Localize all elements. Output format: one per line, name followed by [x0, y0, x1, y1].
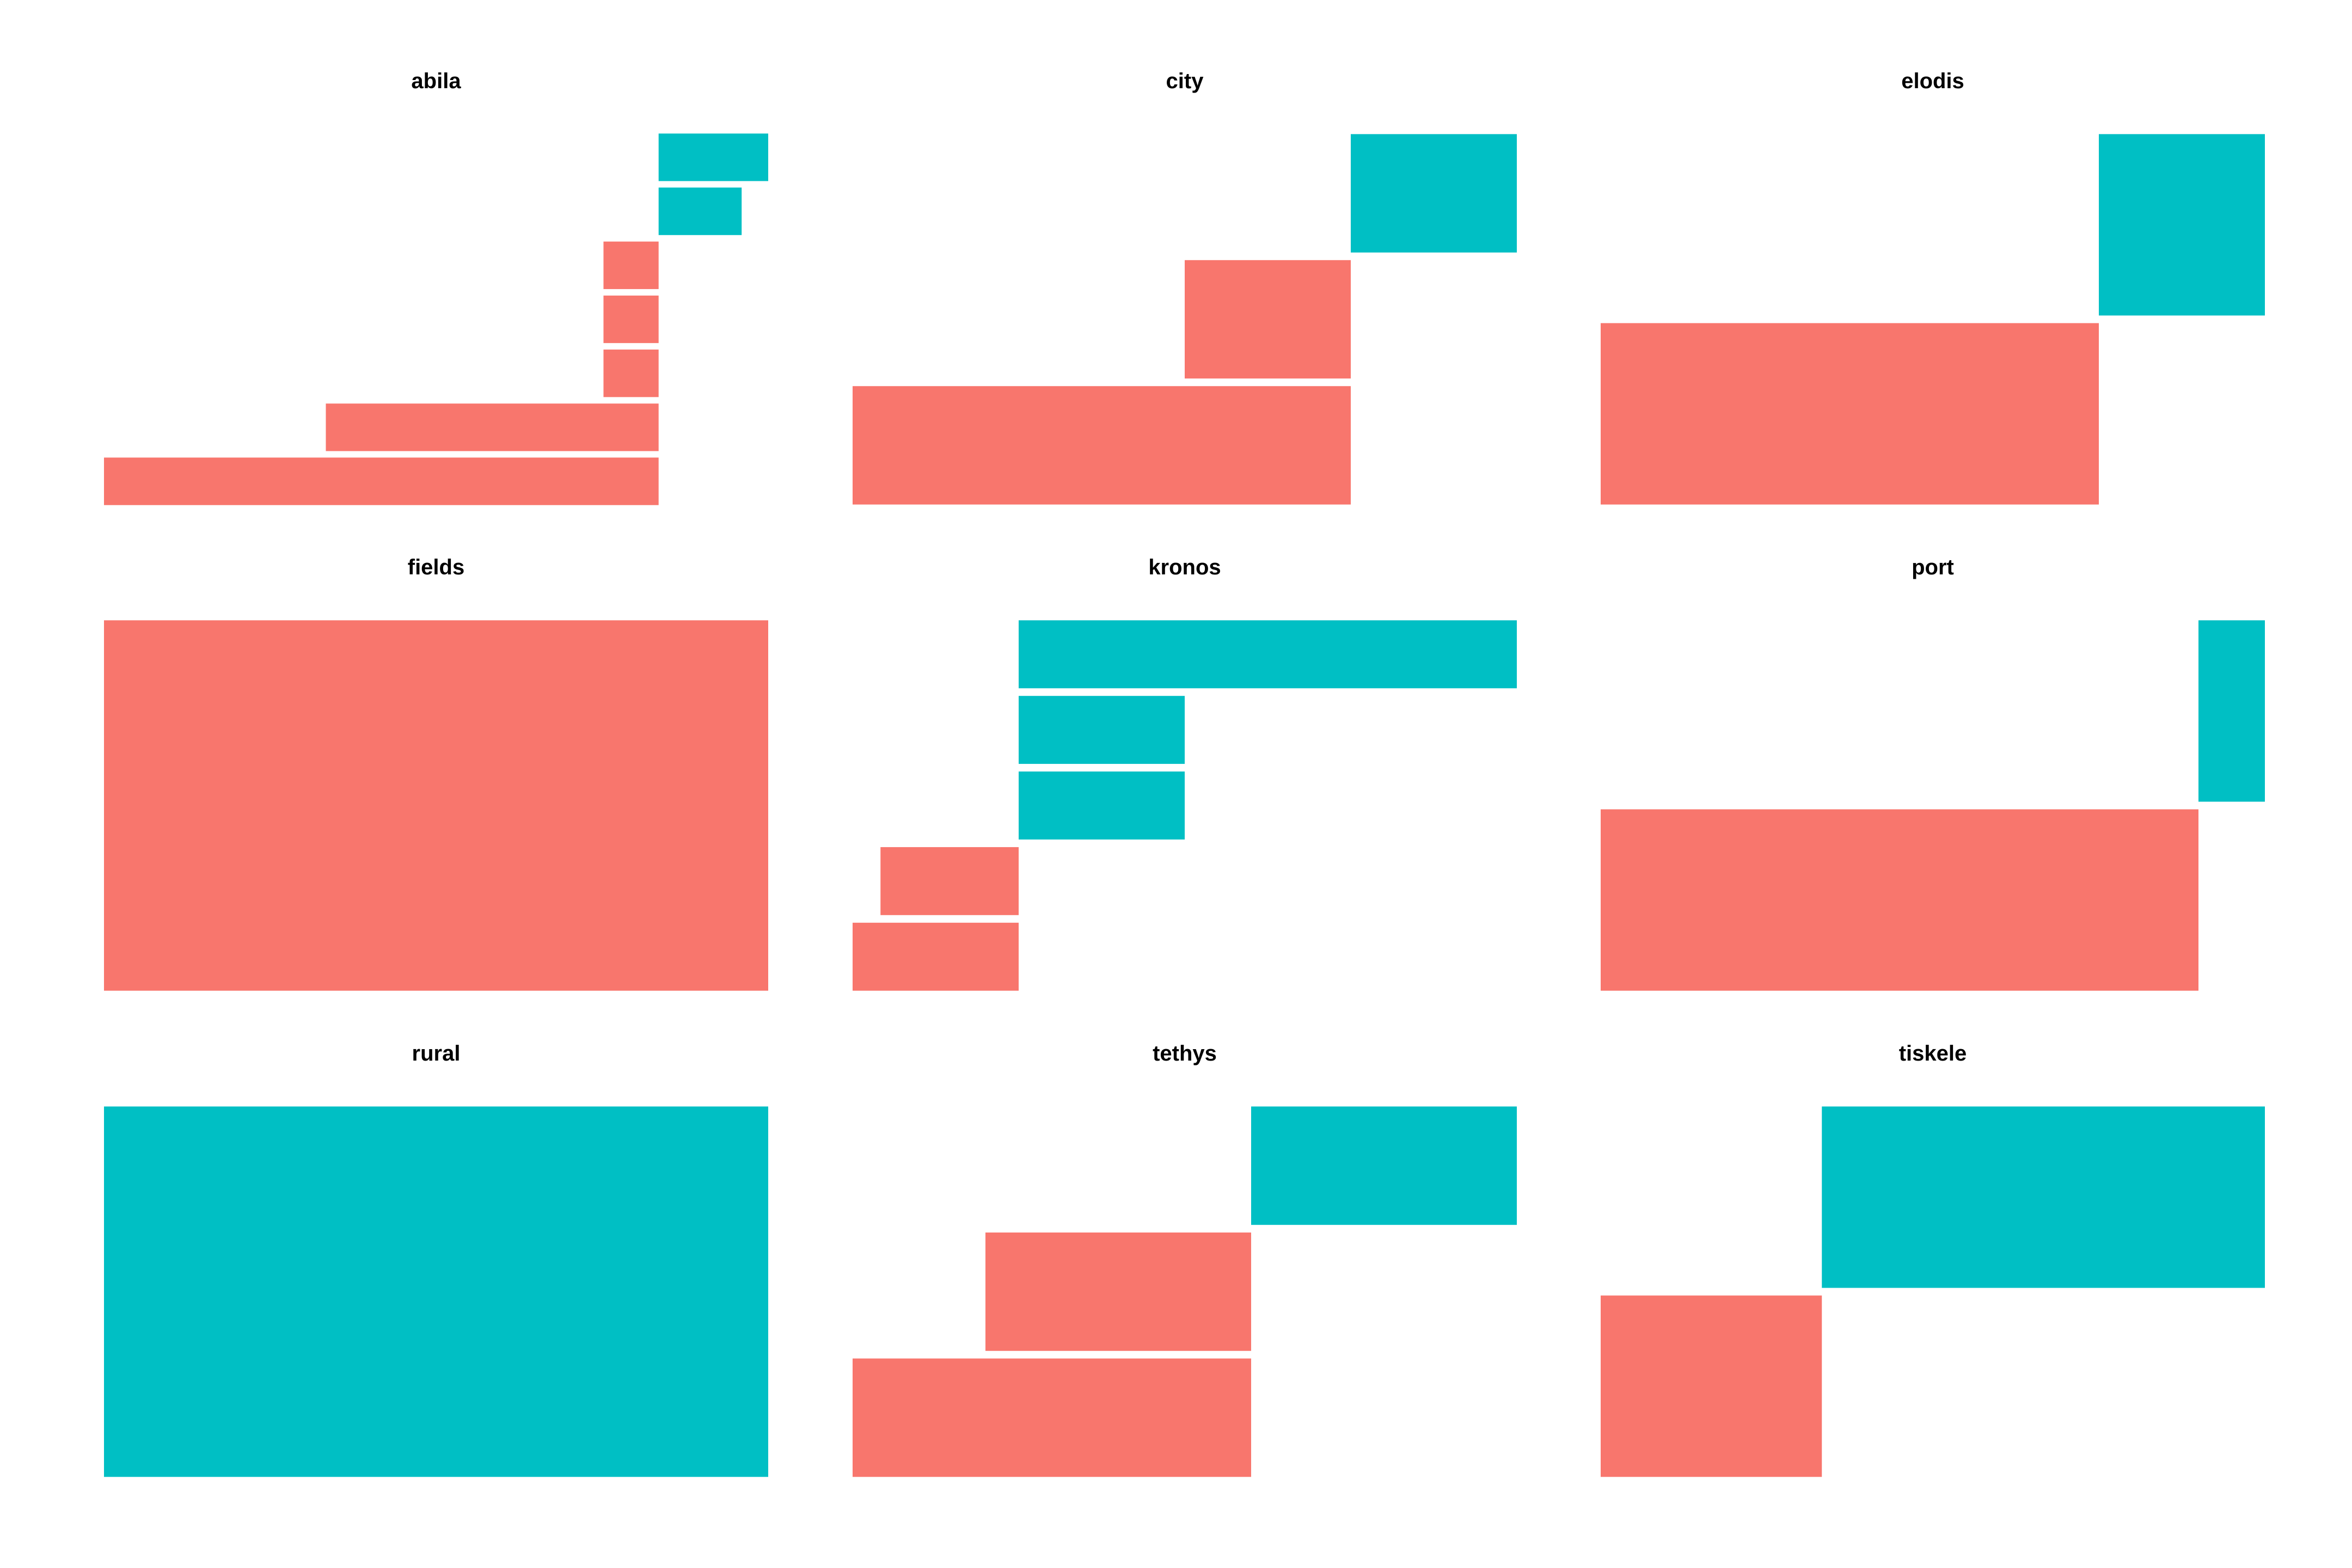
bar-port-0 — [1601, 809, 2198, 991]
panel-city: city — [853, 69, 1517, 505]
bar-kronos-2 — [1019, 771, 1185, 840]
bar-abila-3 — [603, 295, 659, 344]
panel-elodis: elodis — [1601, 69, 2265, 505]
bar-abila-4 — [603, 241, 659, 289]
panel-title: city — [1166, 69, 1204, 93]
bar-elodis-1 — [2099, 134, 2265, 316]
panel-rural: rural — [104, 1042, 768, 1477]
bar-city-0 — [853, 386, 1351, 505]
bar-kronos-4 — [1019, 620, 1517, 689]
bar-abila-5 — [658, 187, 742, 235]
bar-city-2 — [1351, 134, 1517, 253]
bar-abila-6 — [658, 133, 768, 181]
panel-tiskele: tiskele — [1601, 1042, 2265, 1477]
bar-port-1 — [2198, 620, 2265, 802]
bar-kronos-3 — [1019, 696, 1185, 764]
bar-city-1 — [1185, 260, 1351, 379]
panel-fields: fields — [104, 555, 768, 991]
bar-kronos-0 — [853, 922, 1019, 991]
panel-port: port — [1601, 555, 2265, 991]
panel-kronos: kronos — [853, 555, 1517, 991]
panel-title: rural — [412, 1042, 461, 1065]
bar-kronos-1 — [880, 847, 1019, 915]
panel-title: port — [1912, 555, 1954, 579]
bar-tiskele-1 — [1822, 1106, 2265, 1288]
panel-title: fields — [408, 555, 464, 579]
faceted-waterfall-chart: abila city elodis fields kronos port rural teth… — [104, 69, 2265, 1477]
bar-abila-2 — [603, 350, 659, 397]
panel-title: tiskele — [1899, 1042, 1967, 1065]
panel-title: elodis — [1901, 69, 1964, 93]
panel-title: abila — [411, 69, 461, 93]
bar-tiskele-0 — [1601, 1295, 1822, 1477]
bar-tethys-2 — [1251, 1106, 1517, 1225]
panel-title: tethys — [1153, 1042, 1217, 1065]
bar-abila-0 — [104, 457, 659, 505]
bar-rural-0 — [104, 1106, 768, 1477]
panel-tethys: tethys — [853, 1042, 1517, 1477]
bar-tethys-1 — [985, 1232, 1251, 1351]
bar-elodis-0 — [1601, 323, 2099, 505]
bar-abila-1 — [326, 403, 659, 451]
bar-fields-0 — [104, 620, 768, 991]
panel-title: kronos — [1148, 555, 1221, 579]
panel-abila: abila — [104, 69, 768, 505]
bar-tethys-0 — [853, 1358, 1251, 1477]
